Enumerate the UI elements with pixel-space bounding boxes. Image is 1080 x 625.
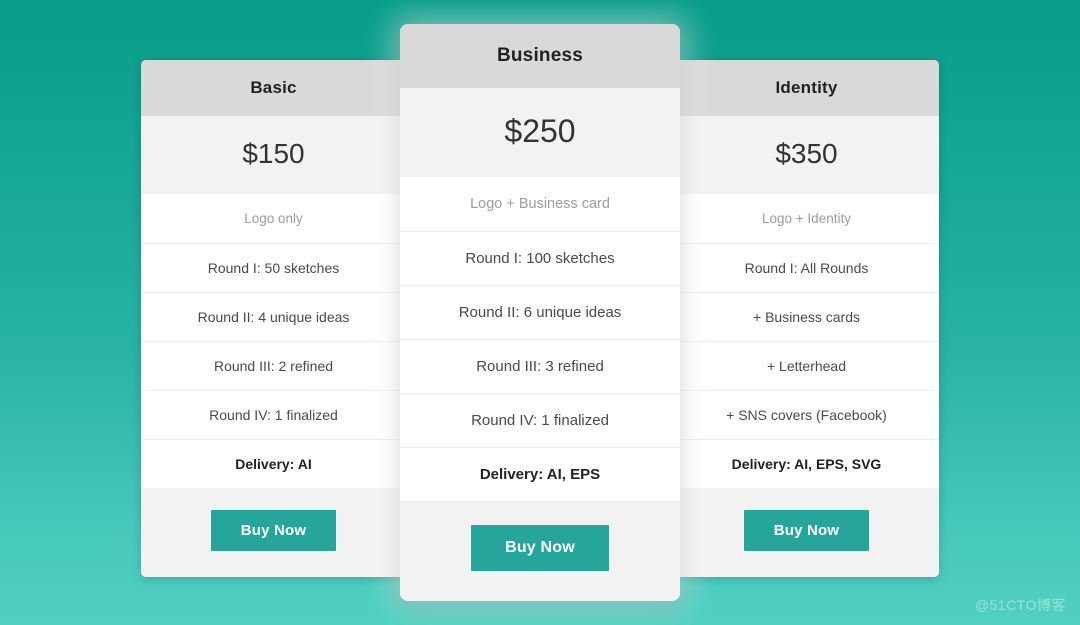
plan-title-basic: Basic <box>141 60 406 116</box>
feature-item: Round III: 2 refined <box>141 342 406 391</box>
plan-price-business: $250 <box>400 88 680 177</box>
plan-footer-business: Buy Now <box>400 501 680 601</box>
buy-now-button-basic[interactable]: Buy Now <box>210 510 337 551</box>
feature-item-delivery: Delivery: AI, EPS, SVG <box>731 456 882 472</box>
feature-item: Round I: All Rounds <box>674 244 939 293</box>
feature-item-delivery: Delivery: AI <box>235 456 312 472</box>
feature-item: Round II: 6 unique ideas <box>400 286 680 340</box>
feature-list-basic: Round I: 50 sketches Round II: 4 unique … <box>141 244 406 488</box>
pricing-page: Basic $150 Logo only Round I: 50 sketche… <box>0 0 1080 625</box>
feature-item: Round IV: 1 finalized <box>141 391 406 440</box>
plan-footer-basic: Buy Now <box>141 488 406 577</box>
feature-list-identity: Round I: All Rounds + Business cards + L… <box>674 244 939 488</box>
plan-subtitle-basic: Logo only <box>141 194 406 244</box>
pricing-table: Basic $150 Logo only Round I: 50 sketche… <box>141 24 939 601</box>
plan-price-identity: $350 <box>674 116 939 194</box>
pricing-card-business[interactable]: Business $250 Logo + Business card Round… <box>400 24 680 601</box>
feature-item: + Letterhead <box>674 342 939 391</box>
plan-title-identity: Identity <box>674 60 939 116</box>
feature-item: Round I: 50 sketches <box>141 244 406 293</box>
watermark: @51CTO博客 <box>974 597 1066 613</box>
buy-now-button-identity[interactable]: Buy Now <box>743 510 870 551</box>
buy-now-button-business[interactable]: Buy Now <box>471 525 609 571</box>
pricing-card-basic[interactable]: Basic $150 Logo only Round I: 50 sketche… <box>141 60 406 577</box>
pricing-card-identity[interactable]: Identity $350 Logo + Identity Round I: A… <box>674 60 939 577</box>
feature-item: + SNS covers (Facebook) <box>674 391 939 440</box>
feature-item: + Business cards <box>674 293 939 342</box>
feature-item: Round I: 100 sketches <box>400 232 680 286</box>
feature-item: Round III: 3 refined <box>400 340 680 394</box>
plan-subtitle-identity: Logo + Identity <box>674 194 939 244</box>
plan-price-basic: $150 <box>141 116 406 194</box>
plan-title-business: Business <box>400 24 680 88</box>
feature-item: Round II: 4 unique ideas <box>141 293 406 342</box>
feature-item: Round IV: 1 finalized <box>400 394 680 448</box>
feature-list-business: Round I: 100 sketches Round II: 6 unique… <box>400 232 680 501</box>
plan-footer-identity: Buy Now <box>674 488 939 577</box>
plan-subtitle-business: Logo + Business card <box>400 177 680 232</box>
feature-item-delivery: Delivery: AI, EPS <box>479 466 601 483</box>
